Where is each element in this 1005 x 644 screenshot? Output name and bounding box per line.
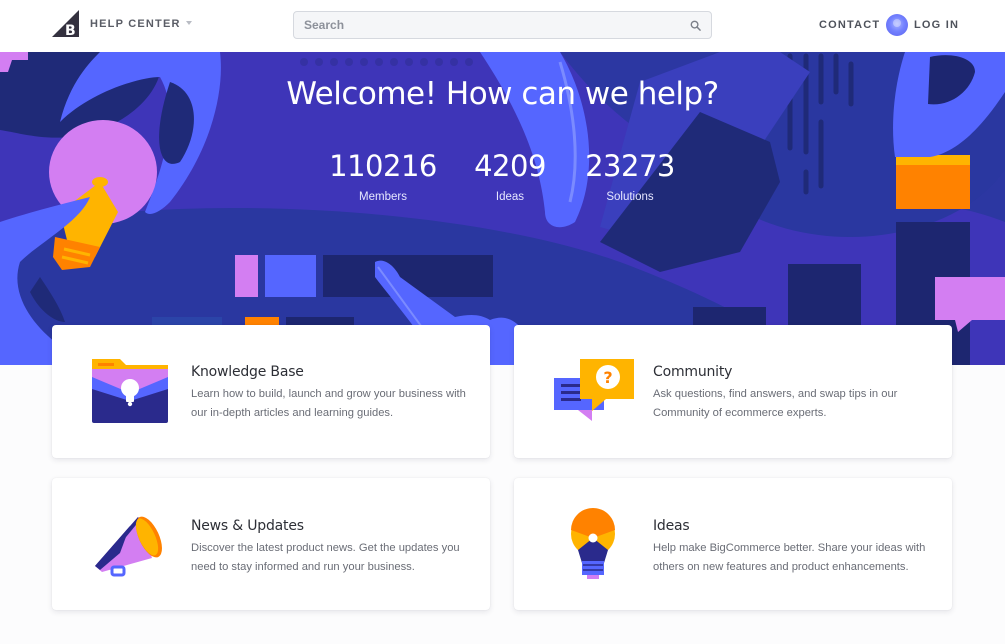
svg-text:?: ? — [603, 368, 612, 387]
stat-value: 110216 — [329, 149, 437, 183]
card-description: Learn how to build, launch and grow your… — [191, 388, 466, 419]
stat-value: 23273 — [585, 149, 675, 183]
stat-label: Members — [359, 191, 407, 203]
stat-label: Solutions — [606, 191, 654, 203]
stat-ideas: 4209 Ideas — [445, 148, 575, 203]
login-link[interactable]: LOG IN — [914, 19, 959, 31]
stat-label: Ideas — [495, 191, 525, 203]
hero-title: Welcome! How can we help? — [286, 76, 719, 112]
megaphone-icon — [95, 516, 162, 577]
help-center-menu[interactable]: HELP CENTER — [90, 18, 192, 30]
search-icon[interactable] — [690, 20, 701, 31]
caret-down-icon — [185, 21, 192, 25]
search-box — [293, 11, 712, 39]
svg-text:B: B — [65, 23, 76, 37]
bigcommerce-logo-icon[interactable]: B — [52, 10, 79, 37]
card-ideas[interactable]: Ideas Help make BigCommerce better. Shar… — [514, 478, 952, 610]
card-description: Discover the latest product news. Get th… — [191, 542, 460, 573]
hero-banner: Welcome! How can we help? 110216 Members… — [0, 52, 1005, 365]
card-community[interactable]: ? Community Ask questions, find answers,… — [514, 325, 952, 458]
card-title: News & Updates — [191, 518, 304, 534]
card-title: Knowledge Base — [191, 364, 304, 380]
user-avatar-icon[interactable] — [886, 14, 908, 36]
contact-link[interactable]: CONTACT — [819, 19, 880, 31]
hero-dots — [300, 58, 473, 66]
top-header: B HELP CENTER CONTACT LOG IN — [0, 0, 1005, 52]
card-news-updates[interactable]: News & Updates Discover the latest produ… — [52, 478, 490, 610]
lightbulb-icon — [571, 508, 615, 579]
chat-question-icon: ? — [554, 359, 634, 421]
stat-solutions: 23273 Solutions — [565, 148, 695, 203]
stat-value: 4209 — [474, 149, 546, 183]
card-knowledge-base[interactable]: Knowledge Base Learn how to build, launc… — [52, 325, 490, 458]
stat-members: 110216 Members — [318, 148, 448, 203]
folder-lightbulb-icon — [92, 359, 168, 423]
search-input[interactable] — [294, 12, 711, 38]
card-description: Ask questions, find answers, and swap ti… — [653, 388, 898, 419]
help-center-label: HELP CENTER — [90, 18, 181, 30]
card-title: Ideas — [653, 518, 690, 534]
card-title: Community — [653, 364, 733, 380]
card-description: Help make BigCommerce better. Share your… — [653, 542, 926, 573]
